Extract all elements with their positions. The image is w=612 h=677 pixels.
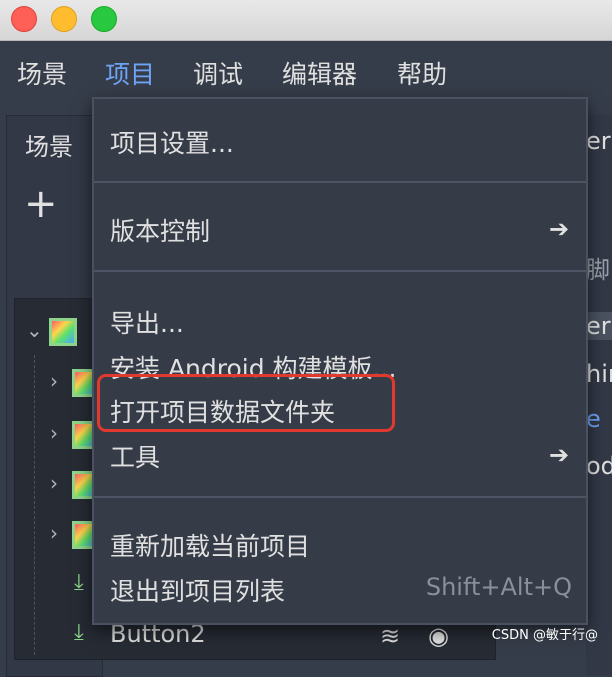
instance-icon: ⤓ bbox=[74, 570, 84, 595]
menu-separator bbox=[94, 270, 586, 272]
inspector-item-fragment[interactable]: hir bbox=[586, 360, 612, 388]
chevron-down-icon[interactable]: ⌄ bbox=[26, 318, 43, 342]
visibility-eye-icon[interactable]: ◉ bbox=[428, 622, 449, 650]
inspector-dock bbox=[586, 115, 612, 675]
menu-separator bbox=[94, 496, 586, 498]
quit-to-project-list-item[interactable]: 退出到项目列表 bbox=[110, 572, 285, 608]
export-item[interactable]: 导出... bbox=[110, 304, 184, 340]
tools-item[interactable]: 工具 bbox=[110, 438, 160, 474]
zoom-window-button[interactable] bbox=[91, 6, 117, 32]
project-menu-dropdown: 项目设置... 版本控制 ➔ 导出... 安装 Android 构建模板... … bbox=[92, 97, 588, 625]
inspector-item-fragment[interactable]: e bbox=[586, 405, 612, 433]
reload-project-item[interactable]: 重新加载当前项目 bbox=[110, 527, 310, 563]
watermark: CSDN @敏于行@ bbox=[491, 628, 598, 643]
quit-shortcut-label: Shift+Alt+Q bbox=[425, 573, 572, 601]
minimize-window-button[interactable] bbox=[51, 6, 77, 32]
menu-scene[interactable]: 场景 bbox=[17, 55, 67, 91]
chevron-right-icon[interactable]: › bbox=[50, 369, 58, 393]
close-window-button[interactable] bbox=[11, 6, 37, 32]
scene-dock-title: 场景 bbox=[25, 133, 73, 161]
menu-editor[interactable]: 编辑器 bbox=[282, 55, 357, 91]
menu-help[interactable]: 帮助 bbox=[397, 55, 447, 91]
menu-debug[interactable]: 调试 bbox=[193, 55, 243, 91]
submenu-arrow-icon: ➔ bbox=[549, 441, 570, 469]
window-titlebar bbox=[0, 0, 612, 41]
highlight-annotation bbox=[97, 374, 395, 432]
inspector-tab-fragment[interactable]: er bbox=[586, 127, 612, 155]
menu-project[interactable]: 项目 bbox=[105, 55, 155, 91]
menubar: 场景 项目 调试 编辑器 帮助 bbox=[0, 41, 612, 101]
project-settings-item[interactable]: 项目设置... bbox=[110, 124, 234, 160]
chevron-right-icon[interactable]: › bbox=[50, 471, 58, 495]
inspector-item-fragment[interactable]: od bbox=[586, 452, 612, 480]
menu-separator bbox=[94, 181, 586, 183]
add-node-button[interactable]: + bbox=[24, 184, 58, 224]
instance-icon: ⤓ bbox=[74, 620, 84, 645]
inspector-tab-fragment[interactable]: 脚 bbox=[586, 250, 612, 285]
version-control-item[interactable]: 版本控制 bbox=[110, 212, 210, 248]
tree-guide-line bbox=[34, 355, 35, 655]
chevron-right-icon[interactable]: › bbox=[50, 421, 58, 445]
chevron-right-icon[interactable]: › bbox=[50, 521, 58, 545]
node-icon bbox=[49, 318, 77, 346]
submenu-arrow-icon: ➔ bbox=[549, 215, 570, 243]
inspector-item-fragment[interactable]: er bbox=[586, 312, 612, 340]
signal-icon[interactable]: ≋ bbox=[380, 622, 400, 650]
